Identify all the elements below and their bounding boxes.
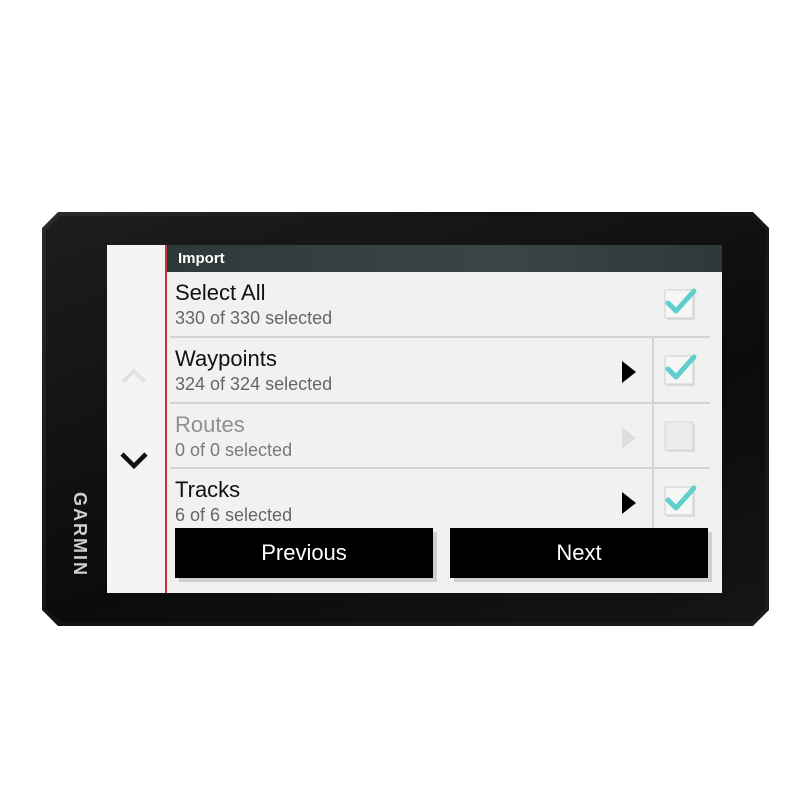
row-subtitle: 6 of 6 selected	[175, 505, 293, 525]
screen: Import Select All 330 of 330 selected Wa…	[107, 245, 722, 593]
checkbox-icon[interactable]	[663, 483, 699, 519]
list-item-select-all[interactable]: Select All 330 of 330 selected	[167, 272, 722, 337]
triangle-right-icon	[622, 427, 636, 449]
row-subtitle: 0 of 0 selected	[175, 440, 293, 460]
scroll-column	[107, 245, 167, 593]
page-title: Import	[167, 245, 722, 272]
row-subtitle: 330 of 330 selected	[175, 308, 333, 328]
chevron-down-icon[interactable]	[119, 445, 149, 475]
list-item-routes: Routes 0 of 0 selected	[167, 404, 722, 469]
row-title: Tracks	[175, 477, 241, 502]
row-title: Select All	[175, 280, 266, 305]
checkbox-icon[interactable]	[663, 286, 699, 322]
next-button[interactable]: Next	[450, 528, 708, 578]
row-vertical-divider	[652, 404, 654, 469]
row-subtitle: 324 of 324 selected	[175, 374, 333, 394]
button-bar: Previous Next	[175, 528, 715, 580]
triangle-right-icon[interactable]	[621, 360, 637, 384]
row-vertical-divider	[652, 338, 654, 403]
row-title: Waypoints	[175, 346, 277, 371]
previous-button[interactable]: Previous	[175, 528, 433, 578]
chevron-up-icon[interactable]	[121, 363, 147, 389]
brand-logo: GARMIN	[70, 492, 90, 577]
checkbox-icon[interactable]	[663, 352, 699, 388]
list-item-waypoints[interactable]: Waypoints 324 of 324 selected	[167, 338, 722, 403]
row-title: Routes	[175, 412, 245, 437]
triangle-right-icon[interactable]	[621, 491, 637, 515]
row-vertical-divider	[652, 469, 654, 534]
list-item-tracks[interactable]: Tracks 6 of 6 selected	[167, 469, 722, 534]
checkbox-icon	[664, 421, 695, 452]
